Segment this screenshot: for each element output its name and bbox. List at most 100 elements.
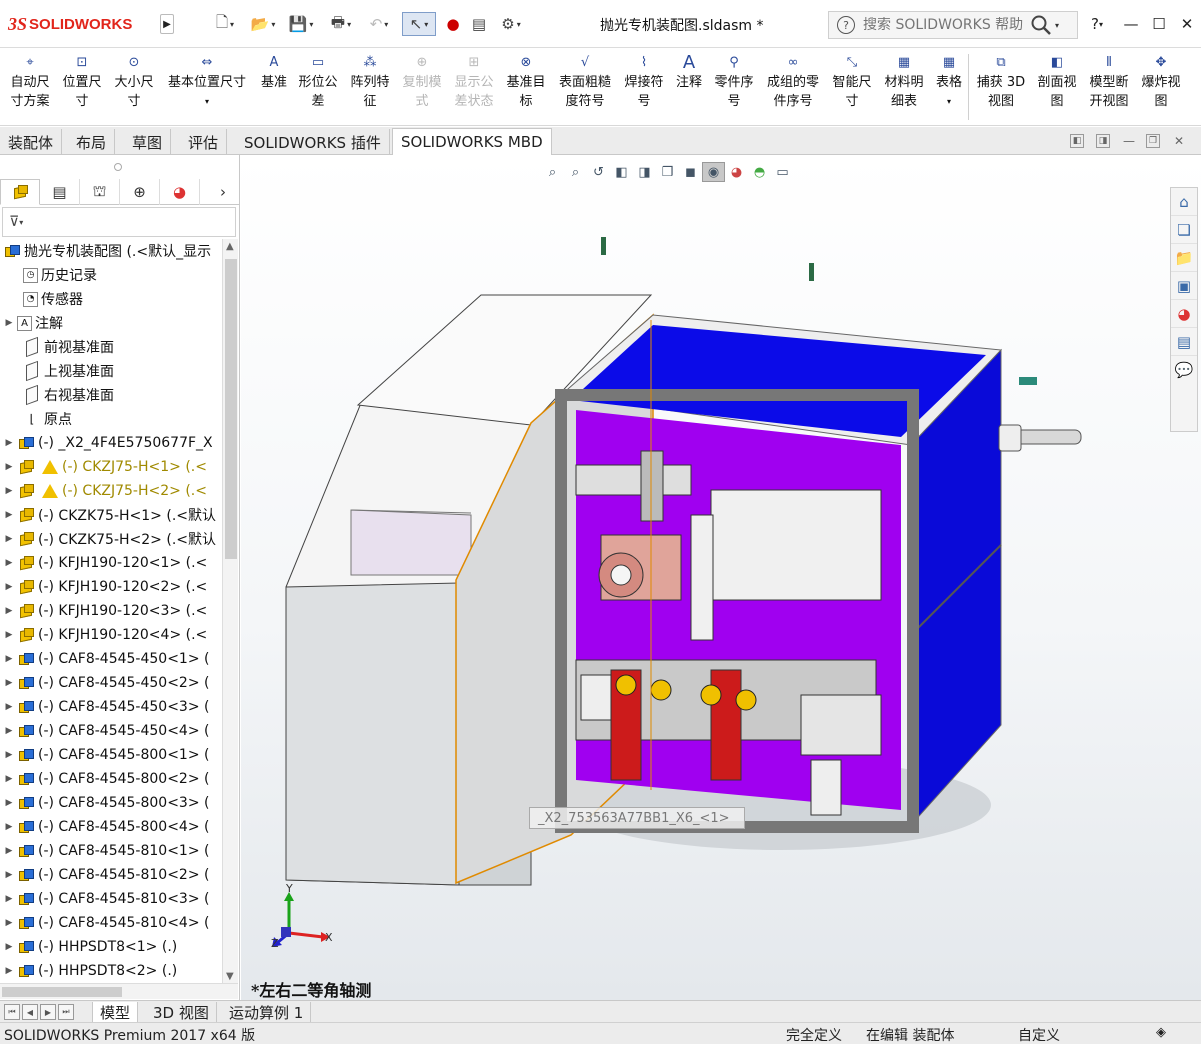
show-tolerance-status-button[interactable]: ⊞ 显示公 差状态 [450,52,498,111]
expand-arrow-icon[interactable]: ▶ [4,942,14,952]
search-dropdown-icon[interactable]: ▾ [1055,21,1059,30]
tree-item-right-plane[interactable]: 右视基准面 [0,383,222,407]
expand-arrow-icon[interactable]: ▶ [4,966,14,976]
tree-item-component[interactable]: ▶ (-) CAF8-4545-450<2> ( [0,671,222,695]
feature-manager-tab[interactable] [0,179,40,205]
capture-3d-view-button[interactable]: ⧉ 捕获 3D 视图 [972,52,1030,111]
view-palette-icon[interactable]: ▣ [1171,272,1197,300]
tab-layout[interactable]: 布局 [68,129,116,155]
assembly-3d-model[interactable] [241,155,1201,1000]
help-button[interactable]: ? ▾ [1086,14,1108,34]
tree-item-component[interactable]: ▶ (-) CAF8-4545-450<1> ( [0,647,222,671]
tree-filter[interactable]: ⊽ ▾ [2,207,236,237]
expand-arrow-icon[interactable]: ▶ [4,726,14,736]
doc-close-icon[interactable]: ✕ [1172,134,1186,148]
tree-item-annotations[interactable]: ▶ A 注解 [0,311,222,335]
options-button[interactable]: ⚙ ▾ [494,12,528,36]
exploded-view-button[interactable]: ✥ 爆炸视图 [1136,52,1186,111]
first-tab-icon[interactable]: ⏮ [4,1004,20,1020]
tile-right-icon[interactable]: ◨ [1096,134,1110,148]
surface-finish-button[interactable]: √ 表面粗糙 度符号 [554,52,616,111]
tab-motion-study[interactable]: 运动算例 1 [222,1002,312,1023]
dimxpert-manager-tab[interactable]: ⊕ [120,179,160,205]
graphics-area[interactable]: ⌕ ⌕ ↺ ◧ ◨ ❒ ◼ ◉ ◕ ◓ ▭ Y X Z _X2_753563A7… [241,155,1201,1000]
undo-button[interactable]: ↶ ▾ [362,12,396,36]
basic-location-dimension-button[interactable]: ⇔ 基本位置尺寸 ▾ [162,52,252,111]
property-manager-tab[interactable]: ▤ [40,179,80,205]
configuration-manager-tab[interactable]: ⛫ [80,179,120,205]
expand-arrow-icon[interactable]: ▶ [4,438,14,448]
weld-symbol-button[interactable]: ⌇ 焊接符号 [620,52,668,111]
file-explorer-icon[interactable]: 📁 [1171,244,1197,272]
tab-3d-views[interactable]: 3D 视图 [146,1002,217,1023]
tree-item-component[interactable]: ▶ (-) KFJH190-120<4> (.< [0,623,222,647]
tree-item-sensors[interactable]: ◔ 传感器 [0,287,222,311]
smart-dimension-button[interactable]: ⤡ 智能尺寸 [828,52,876,111]
tree-item-component[interactable]: ▶ (-) KFJH190-120<1> (.< [0,551,222,575]
bill-of-materials-button[interactable]: ▦ 材料明 细表 [880,52,928,111]
appearances-icon[interactable]: ◕ [1171,300,1197,328]
expand-arrow-icon[interactable]: ▶ [4,918,14,928]
expand-arrow-icon[interactable]: ▶ [4,678,14,688]
display-manager-tab[interactable]: ◕ [160,179,200,205]
next-tab-icon[interactable]: ▶ [40,1004,56,1020]
tree-item-component[interactable]: ▶ (-) CAF8-4545-810<2> ( [0,863,222,887]
expand-arrow-icon[interactable]: ▶ [4,510,14,520]
tag-icon[interactable]: ◈ [1156,1025,1166,1040]
help-search[interactable]: ? ▾ [828,11,1078,39]
expand-arrow-icon[interactable]: ▶ [4,582,14,592]
tree-root[interactable]: 抛光专机装配图 (.<默认_显示 [0,239,222,263]
expand-arrow-icon[interactable]: ▶ [4,606,14,616]
tree-item-component[interactable]: ▶ (-) KFJH190-120<2> (.< [0,575,222,599]
menu-expand-arrow[interactable]: ▶ [160,14,174,34]
doc-minimize-icon[interactable]: — [1122,134,1136,148]
scroll-up-icon[interactable]: ▲ [226,241,234,252]
expand-arrow-icon[interactable]: ▶ [4,750,14,760]
tree-item-component[interactable]: ▶ (-) CAF8-4545-810<4> ( [0,911,222,935]
panel-grip-icon[interactable] [114,163,122,171]
expand-arrow-icon[interactable]: ▶ [4,462,14,472]
tree-item-component[interactable]: ▶ (-) CAF8-4545-800<4> ( [0,815,222,839]
last-tab-icon[interactable]: ⏭ [58,1004,74,1020]
forum-icon[interactable]: 💬 [1171,356,1197,384]
rebuild-button[interactable]: ● [442,12,464,36]
note-button[interactable]: A 注释 [670,52,708,92]
expand-arrow-icon[interactable]: ▶ [4,318,14,328]
tree-item-origin[interactable]: ⌊ 原点 [0,407,222,431]
design-library-icon[interactable]: ❏ [1171,216,1197,244]
expand-arrow-icon[interactable]: ▶ [4,486,14,496]
tree-item-component[interactable]: ▶ (-) CAF8-4545-800<3> ( [0,791,222,815]
tab-assembly[interactable]: 装配体 [0,129,63,155]
section-view-button[interactable]: ◧ 剖面视图 [1032,52,1082,111]
tree-item-component[interactable]: ▶ (-) CKZK75-H<1> (.<默认 [0,503,222,527]
tree-item-component[interactable]: ▶ (-) CAF8-4545-450<4> ( [0,719,222,743]
tree-item-component[interactable]: ▶ (-) CAF8-4545-810<3> ( [0,887,222,911]
stacked-balloon-button[interactable]: ∞ 成组的零 件序号 [762,52,824,111]
tab-evaluate[interactable]: 评估 [180,129,228,155]
custom-properties-icon[interactable]: ▤ [1171,328,1197,356]
expand-arrow-icon[interactable]: ▶ [4,630,14,640]
balloon-button[interactable]: ⚲ 零件序号 [710,52,758,111]
tab-model[interactable]: 模型 [92,1002,139,1023]
tree-item-component[interactable]: ▶ (-) CAF8-4545-450<3> ( [0,695,222,719]
tree-item-component[interactable]: ▶ (-) CKZK75-H<2> (.<默认 [0,527,222,551]
expand-arrow-icon[interactable]: ▶ [4,870,14,880]
units-custom[interactable]: 自定义 [1018,1025,1060,1044]
tree-item-component-warning[interactable]: ▶ (-) CKZJ75-H<1> (.< [0,455,222,479]
new-doc-button[interactable]: 🗋 ▾ [208,12,242,36]
tree-item-component[interactable]: ▶ (-) HHPSDT8<2> (.) [0,959,222,983]
tree-item-component-warning[interactable]: ▶ (-) CKZJ75-H<2> (.< [0,479,222,503]
expand-arrow-icon[interactable]: ▶ [4,822,14,832]
geometric-tolerance-button[interactable]: ▭ 形位公差 [294,52,342,111]
maximize-button[interactable]: ☐ [1148,14,1170,34]
tree-item-component[interactable]: ▶ (-) HHPSDT8<1> (.) [0,935,222,959]
doc-restore-icon[interactable]: ❐ [1146,134,1160,148]
datum-target-button[interactable]: ⊗ 基准目标 [502,52,550,111]
tile-left-icon[interactable]: ◧ [1070,134,1084,148]
select-button[interactable]: ↖ ▾ [402,12,436,36]
tree-item-top-plane[interactable]: 上视基准面 [0,359,222,383]
expand-arrow-icon[interactable]: ▶ [4,894,14,904]
tree-item-component[interactable]: ▶ (-) _X2_4F4E5750677F_X [0,431,222,455]
scroll-thumb[interactable] [225,259,237,559]
print-button[interactable]: 🖶 ▾ [324,12,358,36]
